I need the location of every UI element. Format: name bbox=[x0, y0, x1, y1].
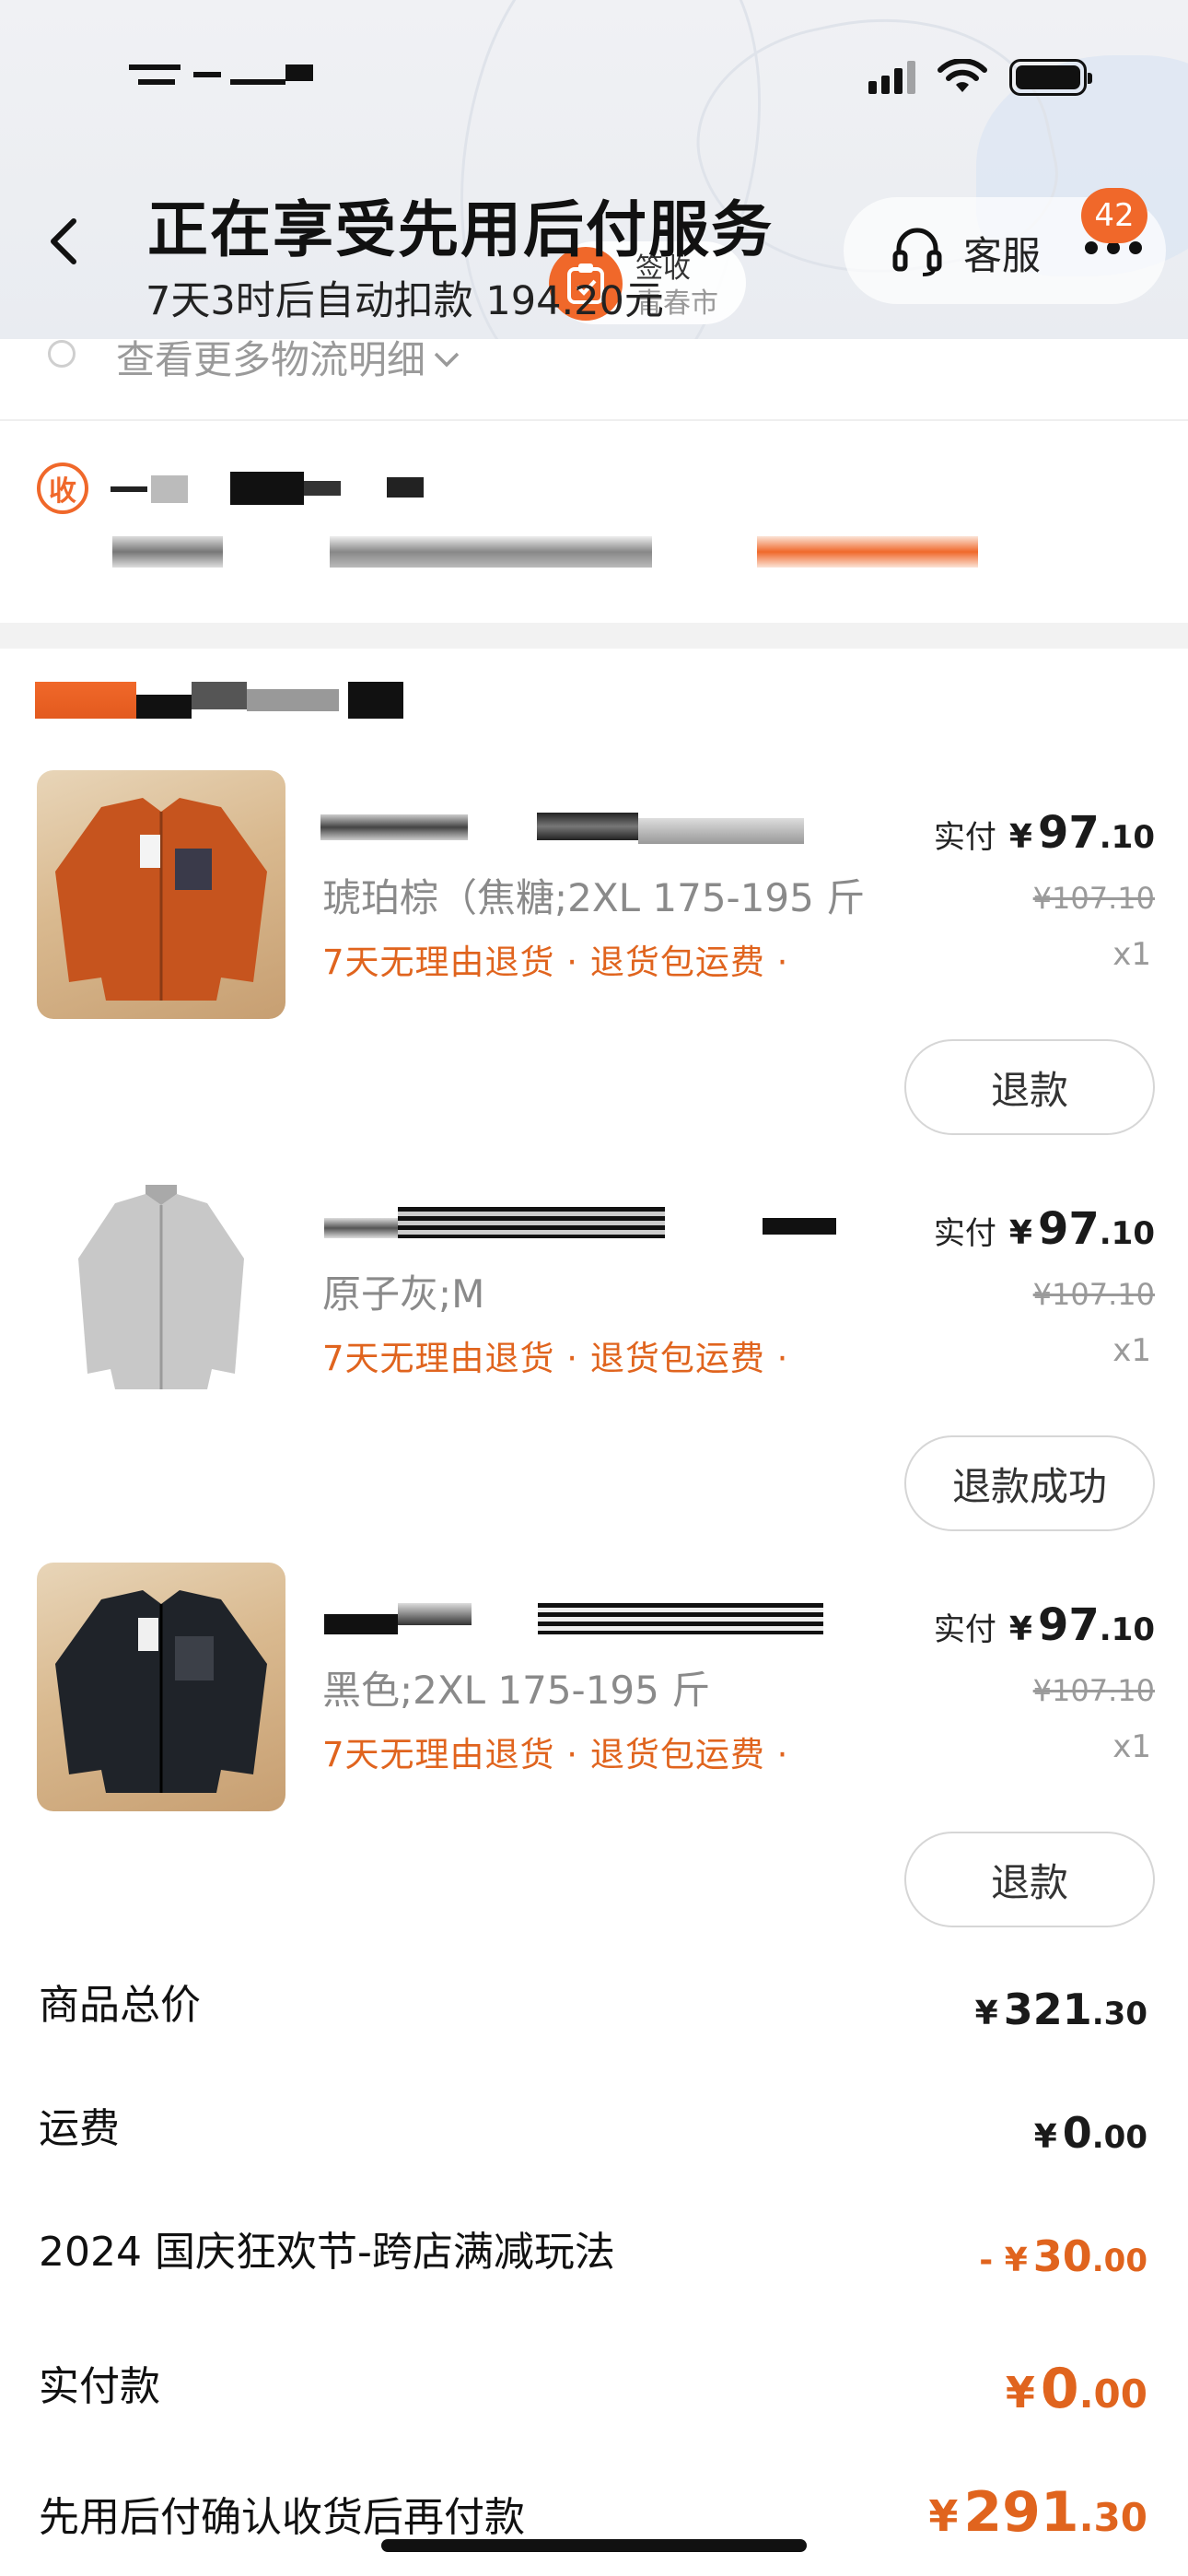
original-price: ¥107.10 bbox=[1032, 1673, 1155, 1708]
message-count-badge: 42 bbox=[1081, 188, 1147, 243]
more-icon[interactable] bbox=[1085, 241, 1142, 254]
paid-label: 实付 bbox=[933, 1611, 996, 1648]
order-item[interactable]: 黑色;2XL 175-195 斤 7天无理由退货 · 退货包运费 · 实付 ¥ … bbox=[0, 1563, 1188, 1950]
amount-decimal: .00 bbox=[1078, 2371, 1147, 2417]
summary-label: 运费 bbox=[39, 2105, 120, 2152]
currency-symbol: ¥ bbox=[1008, 818, 1032, 856]
timeline-dot-icon bbox=[48, 340, 76, 368]
amount-decimal: .00 bbox=[1091, 2119, 1147, 2156]
price-integer: 97 bbox=[1037, 1203, 1100, 1255]
currency-symbol: - ¥ bbox=[979, 2242, 1028, 2279]
store-header[interactable] bbox=[0, 645, 1188, 746]
customer-service-button[interactable]: 客服 bbox=[963, 225, 1041, 281]
item-paid-price: 实付 ¥ 97 .10 bbox=[934, 807, 1155, 859]
currency-symbol: ¥ bbox=[1033, 2118, 1057, 2156]
original-price: ¥107.10 bbox=[1032, 881, 1155, 916]
return-policy[interactable]: 7天无理由退货 · 退货包运费 · bbox=[322, 1727, 788, 1776]
product-image[interactable] bbox=[37, 770, 285, 1019]
refund-success-button[interactable]: 退款成功 bbox=[904, 1435, 1155, 1531]
amount-decimal: .30 bbox=[1091, 1996, 1147, 2032]
order-item[interactable]: 原子灰;M 7天无理由退货 · 退货包运费 · 实付 ¥ 97 .10 ¥107… bbox=[0, 1166, 1188, 1553]
redacted-product-title bbox=[320, 1203, 836, 1247]
price-integer: 97 bbox=[1037, 1599, 1100, 1651]
page-title: 正在享受先用后付服务 bbox=[147, 194, 774, 265]
wifi-icon bbox=[938, 59, 987, 92]
amount-integer: 321 bbox=[1003, 1985, 1092, 2034]
summary-value: ¥ 321 .30 bbox=[975, 1985, 1147, 2034]
logistics-more-row[interactable]: 查看更多物流明细 bbox=[0, 327, 1188, 419]
price-integer: 97 bbox=[1037, 807, 1100, 859]
summary-value: - ¥ 30 .00 bbox=[979, 2231, 1147, 2281]
summary-value: ¥ 0 .00 bbox=[1006, 2357, 1147, 2421]
summary-value: ¥ 0 .00 bbox=[1034, 2108, 1147, 2158]
redacted-product-title bbox=[320, 1599, 836, 1644]
summary-shipping: 运费 ¥ 0 .00 bbox=[0, 2095, 1188, 2169]
receiver-tag: 收 bbox=[37, 463, 88, 514]
summary-label: 商品总价 bbox=[39, 1982, 201, 2029]
return-policy[interactable]: 7天无理由退货 · 退货包运费 · bbox=[322, 934, 788, 984]
amount-decimal: .00 bbox=[1091, 2242, 1147, 2279]
summary-value: ¥ 291 .30 bbox=[928, 2480, 1147, 2545]
logistics-more-link[interactable]: 查看更多物流明细 bbox=[116, 337, 425, 382]
price-decimal: .10 bbox=[1099, 1215, 1155, 1252]
summary-label: 先用后付确认收货后再付款 bbox=[39, 2494, 525, 2541]
status-bar-time bbox=[129, 61, 313, 100]
product-spec: 琥珀棕（焦糖;2XL 175-195 斤 bbox=[322, 875, 866, 920]
header: 签收 青春市 正在享受先用后付服务 7天3时后自动扣款 194.20元 客服 4… bbox=[0, 0, 1188, 339]
price-decimal: .10 bbox=[1099, 819, 1155, 856]
paid-label: 实付 bbox=[933, 1215, 996, 1252]
original-price: ¥107.10 bbox=[1032, 1277, 1155, 1312]
product-spec: 原子灰;M bbox=[322, 1271, 485, 1317]
amount-integer: 0 bbox=[1062, 2108, 1092, 2158]
auto-deduct-notice: 7天3时后自动扣款 194.20元 bbox=[146, 278, 664, 324]
return-policy[interactable]: 7天无理由退货 · 退货包运费 · bbox=[322, 1330, 788, 1380]
redacted-address bbox=[112, 536, 978, 573]
currency-symbol: ¥ bbox=[1008, 1214, 1032, 1252]
quantity: x1 bbox=[1112, 1332, 1151, 1369]
home-indicator[interactable] bbox=[381, 2539, 807, 2552]
chevron-down-icon bbox=[433, 332, 460, 377]
amount-integer: 291 bbox=[963, 2480, 1079, 2545]
product-spec: 黑色;2XL 175-195 斤 bbox=[322, 1668, 711, 1713]
price-decimal: .10 bbox=[1099, 1611, 1155, 1648]
divider bbox=[0, 419, 1188, 421]
currency-symbol: ¥ bbox=[928, 2491, 959, 2541]
order-item[interactable]: 琥珀棕（焦糖;2XL 175-195 斤 7天无理由退货 · 退货包运费 · 实… bbox=[0, 770, 1188, 1157]
product-image[interactable] bbox=[37, 1563, 285, 1811]
redacted-store-name bbox=[35, 682, 403, 719]
product-image[interactable] bbox=[37, 1166, 285, 1415]
headset-icon[interactable] bbox=[890, 223, 945, 278]
summary-goods-total: 商品总价 ¥ 321 .30 bbox=[0, 1972, 1188, 2045]
shipping-address[interactable]: 收 bbox=[0, 424, 1188, 626]
summary-label: 实付款 bbox=[39, 2363, 160, 2410]
amount-integer: 0 bbox=[1040, 2357, 1079, 2421]
summary-paid: 实付款 ¥ 0 .00 bbox=[0, 2353, 1188, 2427]
amount-integer: 30 bbox=[1032, 2231, 1092, 2281]
refund-button[interactable]: 退款 bbox=[904, 1832, 1155, 1927]
cellular-signal-icon bbox=[868, 61, 915, 94]
currency-symbol: ¥ bbox=[974, 1995, 998, 2032]
status-bar-icons bbox=[868, 59, 1092, 96]
chevron-left-icon bbox=[51, 218, 76, 264]
paid-label: 实付 bbox=[933, 819, 996, 856]
redacted-name bbox=[111, 472, 424, 509]
redacted-product-title bbox=[320, 807, 836, 851]
currency-symbol: ¥ bbox=[1005, 2368, 1035, 2418]
item-paid-price: 实付 ¥ 97 .10 bbox=[934, 1203, 1155, 1255]
quantity: x1 bbox=[1112, 1728, 1151, 1765]
refund-button[interactable]: 退款 bbox=[904, 1039, 1155, 1135]
amount-decimal: .30 bbox=[1078, 2495, 1147, 2540]
back-button[interactable] bbox=[46, 214, 92, 269]
battery-icon bbox=[1009, 59, 1092, 96]
quantity: x1 bbox=[1112, 936, 1151, 973]
summary-discount[interactable]: 2024 国庆狂欢节-跨店满减玩法 - ¥ 30 .00 bbox=[0, 2219, 1188, 2292]
currency-symbol: ¥ bbox=[1008, 1610, 1032, 1648]
summary-label: 2024 国庆狂欢节-跨店满减玩法 bbox=[39, 2229, 615, 2276]
item-paid-price: 实付 ¥ 97 .10 bbox=[934, 1599, 1155, 1651]
